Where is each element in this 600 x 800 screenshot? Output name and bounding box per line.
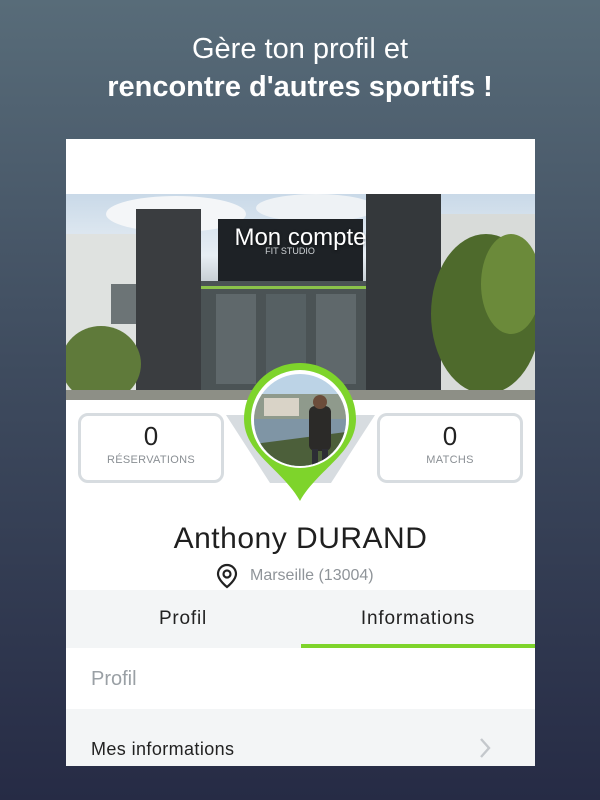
reservations-count: 0	[143, 421, 159, 451]
headline-line-1: Gère ton profil et	[192, 33, 408, 65]
chevron-right-icon	[480, 738, 491, 758]
reservations-card[interactable]: 0 RÉSERVATIONS	[78, 413, 224, 483]
profile-tabs: Profil Informations	[66, 590, 535, 648]
section-header: Profil	[66, 650, 535, 709]
section-header-label: Profil	[91, 668, 137, 690]
list-item-label: Mes informations	[91, 739, 235, 759]
page-title: Mon compte	[234, 224, 367, 251]
matchs-count: 0	[442, 421, 458, 451]
reservations-label: RÉSERVATIONS	[107, 454, 195, 466]
matchs-card[interactable]: 0 MATCHS	[377, 413, 523, 483]
user-location: Marseille (13004)	[216, 563, 374, 589]
profile-photo	[254, 374, 346, 466]
location-text: Marseille (13004)	[250, 567, 374, 584]
location-pin-icon	[216, 563, 238, 589]
promo-headline: Gère ton profil et rencontre d'autres sp…	[0, 30, 600, 106]
avatar[interactable]	[254, 374, 346, 466]
headline-line-2: rencontre d'autres sportifs !	[107, 71, 493, 103]
matchs-label: MATCHS	[426, 454, 474, 466]
active-tab-indicator	[301, 644, 535, 648]
tab-profil[interactable]: Profil	[66, 590, 300, 648]
tab-informations[interactable]: Informations	[301, 590, 535, 648]
list-item-mes-informations[interactable]: Mes informations	[66, 709, 535, 766]
app-screen: FIT STUDIO Mon compte 0 RÉSERVATIONS 0 M…	[66, 139, 535, 766]
user-name: Anthony DURAND	[173, 522, 428, 555]
